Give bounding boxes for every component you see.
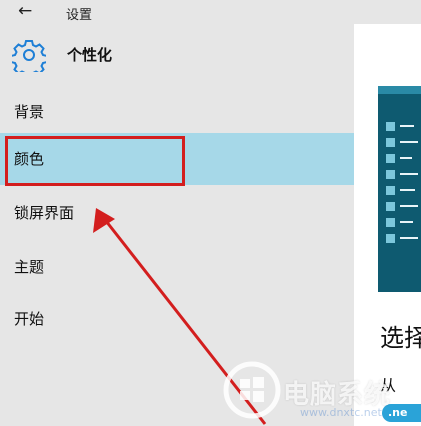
title-bar: ← 设置 (0, 0, 421, 24)
sidebar-item-themes[interactable]: 主题 (0, 241, 354, 293)
window-title: 设置 (66, 8, 93, 23)
sidebar-item-background[interactable]: 背景 (0, 86, 354, 138)
content-pane (354, 24, 421, 426)
sidebar-item-lock-screen[interactable]: 锁屏界面 (0, 187, 354, 239)
start-menu-preview-icon (378, 86, 421, 243)
color-preview (378, 86, 421, 292)
gear-icon (12, 40, 46, 72)
page-title: 个性化 (67, 46, 113, 64)
section-heading: 选择 (380, 324, 421, 352)
watermark-logo-icon (223, 361, 281, 419)
annotation-highlight-box (5, 136, 185, 186)
watermark-url: www.dnxtc.net (300, 406, 382, 419)
back-button[interactable]: ← (18, 1, 32, 21)
sidebar-item-start[interactable]: 开始 (0, 293, 354, 345)
